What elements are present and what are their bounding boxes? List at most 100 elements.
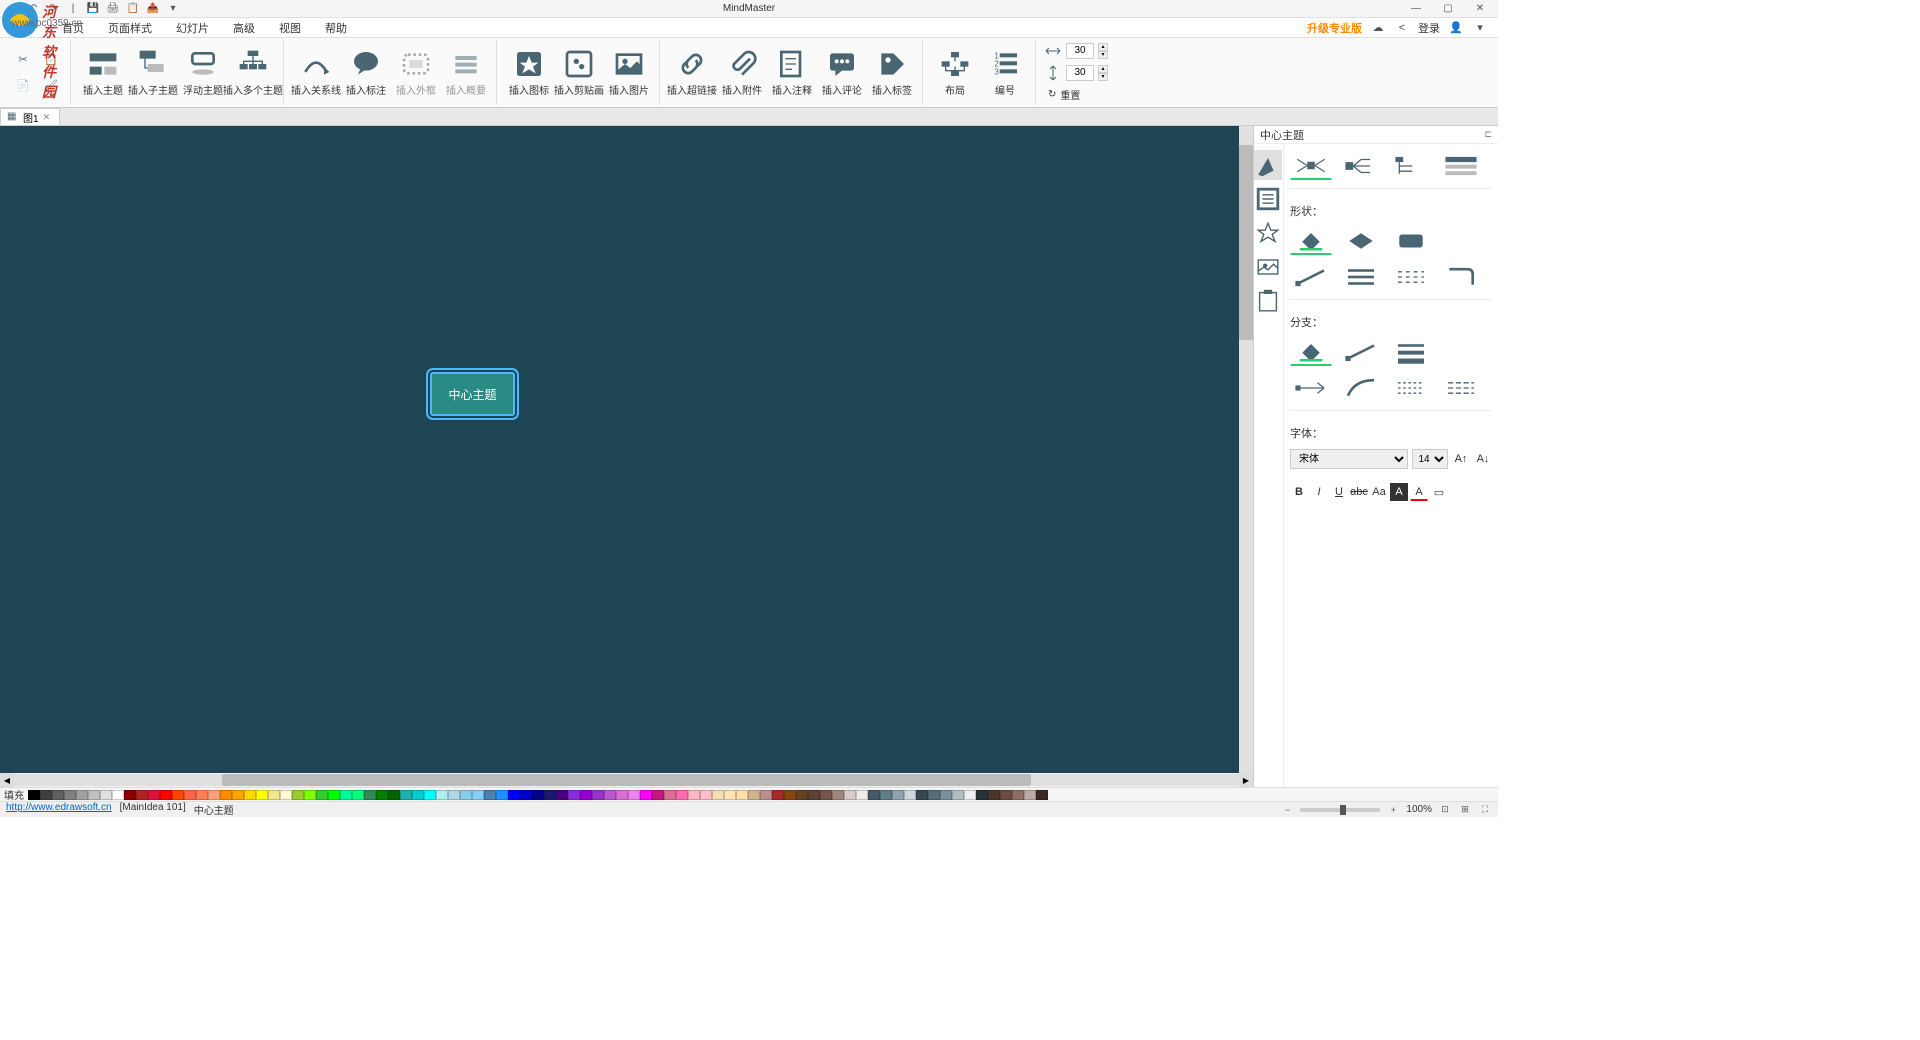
color-swatch[interactable] [484,790,496,800]
paste-icon[interactable]: 📋 [38,48,64,72]
branch-style-2-button[interactable] [1340,374,1382,402]
color-swatch[interactable] [280,790,292,800]
color-swatch[interactable] [328,790,340,800]
fit-width-button[interactable]: ⊞ [1458,804,1472,816]
color-swatch[interactable] [28,790,40,800]
height-input[interactable] [1066,65,1094,81]
text-box-button[interactable]: ▭ [1430,483,1448,501]
insert-hyperlink-button[interactable]: 插入超链接 [668,42,716,104]
color-swatch[interactable] [784,790,796,800]
color-swatch[interactable] [988,790,1000,800]
insert-comment-button[interactable]: 插入评论 [818,42,866,104]
rp-tab-outline[interactable] [1254,184,1282,214]
close-tab-icon[interactable]: ✕ [43,112,53,122]
color-swatch[interactable] [928,790,940,800]
color-swatch[interactable] [736,790,748,800]
color-swatch[interactable] [496,790,508,800]
document-tab[interactable]: ▦ 图1 ✕ [0,108,60,125]
insert-note-button[interactable]: 插入注释 [768,42,816,104]
color-swatch[interactable] [64,790,76,800]
color-swatch[interactable] [472,790,484,800]
color-swatch[interactable] [760,790,772,800]
shape-align-button[interactable] [1340,263,1382,291]
vertical-scrollbar[interactable] [1239,126,1253,773]
color-swatch[interactable] [412,790,424,800]
branch-weight-button[interactable] [1390,338,1432,366]
color-swatch[interactable] [844,790,856,800]
zoom-in-button[interactable]: + [1386,804,1400,816]
width-input[interactable] [1066,43,1094,59]
qat-new-icon[interactable]: ◉ [6,2,20,16]
color-swatch[interactable] [640,790,652,800]
menu-home[interactable]: 首页 [52,18,94,38]
menu-view[interactable]: 视图 [269,18,311,38]
color-swatch[interactable] [628,790,640,800]
color-swatch[interactable] [232,790,244,800]
color-swatch[interactable] [796,790,808,800]
color-swatch[interactable] [652,790,664,800]
rp-tab-icon[interactable] [1254,218,1282,248]
color-swatch[interactable] [556,790,568,800]
minimize-button[interactable]: — [1406,2,1426,16]
color-swatch[interactable] [856,790,868,800]
color-swatch[interactable] [400,790,412,800]
pin-icon[interactable]: ⊏ [1484,129,1492,140]
color-swatch[interactable] [220,790,232,800]
branch-line-button[interactable] [1340,338,1382,366]
qat-print-icon[interactable]: 🖨 [106,2,120,16]
color-swatch[interactable] [544,790,556,800]
color-swatch[interactable] [124,790,136,800]
color-swatch[interactable] [664,790,676,800]
color-swatch[interactable] [148,790,160,800]
color-swatch[interactable] [904,790,916,800]
color-swatch[interactable] [1024,790,1036,800]
status-url[interactable]: http://www.edrawsoft.cn [6,802,112,817]
color-swatch[interactable] [460,790,472,800]
font-grow-button[interactable]: A↑ [1452,450,1470,468]
branch-style-3-button[interactable] [1390,374,1432,402]
qat-more-icon[interactable]: ▾ [166,2,180,16]
layout-button[interactable]: 布局 [931,42,979,104]
share-icon[interactable]: < [1394,20,1410,36]
user-icon[interactable]: 👤 [1448,20,1464,36]
insert-relation-button[interactable]: 插入关系线 [292,42,340,104]
menu-page-style[interactable]: 页面样式 [98,18,162,38]
insert-tag-button[interactable]: 插入标签 [868,42,916,104]
color-swatch[interactable] [52,790,64,800]
reset-button[interactable]: ↻重置 [1044,85,1108,105]
color-swatch[interactable] [136,790,148,800]
qat-save-icon[interactable]: 💾 [86,2,100,16]
color-swatch[interactable] [160,790,172,800]
color-swatch[interactable] [748,790,760,800]
color-swatch[interactable] [688,790,700,800]
shape-diamond-button[interactable] [1340,227,1382,255]
color-swatch[interactable] [676,790,688,800]
insert-clipart-button[interactable]: 插入剪贴画 [555,42,603,104]
close-button[interactable]: ✕ [1470,2,1490,16]
color-swatch[interactable] [724,790,736,800]
color-swatch[interactable] [100,790,112,800]
italic-button[interactable]: I [1310,483,1328,501]
color-swatch[interactable] [964,790,976,800]
color-swatch[interactable] [196,790,208,800]
layout-opt-2[interactable] [1340,152,1382,180]
color-swatch[interactable] [604,790,616,800]
cut-icon[interactable]: ✂ [10,48,36,72]
insert-boundary-button[interactable]: 插入外框 [392,42,440,104]
layout-opt-1[interactable] [1290,152,1332,180]
color-swatch[interactable] [616,790,628,800]
color-swatch[interactable] [1012,790,1024,800]
insert-summary-button[interactable]: 插入概要 [442,42,490,104]
color-swatch[interactable] [880,790,892,800]
color-swatch[interactable] [376,790,388,800]
fullscreen-button[interactable]: ⛶ [1478,804,1492,816]
branch-fill-button[interactable] [1290,338,1332,366]
shape-dash-button[interactable] [1390,263,1432,291]
format-painter-icon[interactable]: 🖌 [38,74,64,98]
underline-button[interactable]: U [1330,483,1348,501]
insert-image-button[interactable]: 插入图片 [605,42,653,104]
color-swatch[interactable] [508,790,520,800]
shape-line-button[interactable] [1290,263,1332,291]
insert-subtopic-button[interactable]: 插入子主题 [129,42,177,104]
color-swatch[interactable] [388,790,400,800]
